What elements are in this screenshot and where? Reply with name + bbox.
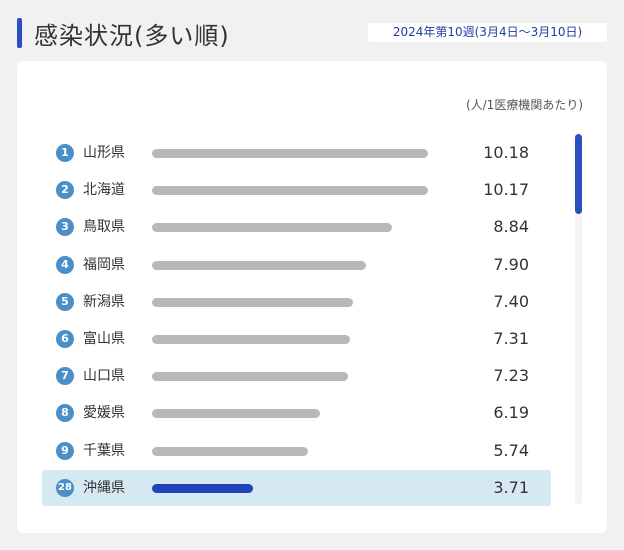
prefecture-name: 北海道 xyxy=(83,182,125,199)
value-label: 7.31 xyxy=(493,329,529,348)
value-bar xyxy=(152,409,320,419)
prefecture-name: 千葉県 xyxy=(83,442,125,459)
rank-badge: 4 xyxy=(56,255,74,274)
value-bar xyxy=(152,335,350,344)
rank-badge: 8 xyxy=(56,404,74,423)
ranking-row: 1 山形県 10.18 xyxy=(42,135,551,171)
prefecture-name: 富山県 xyxy=(83,331,125,347)
ranking-card: (人/1医療機関あたり) 1 山形県 10.18 2 北海道 10.17 3 鳥取県 8.84 4… xyxy=(17,61,607,533)
prefecture-name: 山口県 xyxy=(83,368,125,385)
bar-track xyxy=(152,223,432,233)
bar-track xyxy=(152,483,432,493)
page-title: 感染状況(多い順) xyxy=(34,22,230,50)
value-bar xyxy=(152,446,308,456)
value-label: 7.90 xyxy=(493,254,529,274)
prefecture-name: 新潟県 xyxy=(83,293,125,310)
value-label: 3.71 xyxy=(493,477,529,497)
bar-track xyxy=(152,335,432,344)
scrollbar-thumb[interactable] xyxy=(575,134,582,214)
rank-badge: 3 xyxy=(56,218,74,237)
rank-badge: 6 xyxy=(56,330,74,348)
ranking-list[interactable]: 1 山形県 10.18 2 北海道 10.17 3 鳥取県 8.84 4 福岡県 7.90 5 新潟県 7.… xyxy=(17,61,577,533)
prefecture-name: 愛媛県 xyxy=(83,405,125,422)
value-bar xyxy=(152,223,392,233)
bar-track xyxy=(152,149,432,158)
ranking-row: 4 福岡県 7.90 xyxy=(42,247,551,283)
bar-track xyxy=(152,297,432,307)
bar-track xyxy=(152,409,432,419)
prefecture-name: 鳥取県 xyxy=(83,219,125,236)
rank-badge: 2 xyxy=(56,181,74,200)
ranking-row: 9 千葉県 5.74 xyxy=(42,433,551,469)
ranking-row: 28 沖縄県 3.71 xyxy=(42,469,551,506)
rank-badge: 9 xyxy=(56,441,74,460)
rank-badge: 1 xyxy=(56,144,74,162)
ranking-row: 7 山口県 7.23 xyxy=(42,358,551,394)
rank-badge: 28 xyxy=(56,478,74,497)
ranking-row: 5 新潟県 7.40 xyxy=(42,284,551,320)
prefecture-name: 沖縄県 xyxy=(83,479,125,496)
value-label: 8.84 xyxy=(493,217,529,237)
value-label: 10.18 xyxy=(483,143,529,162)
ranking-row: 6 富山県 7.31 xyxy=(42,321,551,357)
value-bar xyxy=(152,260,366,270)
prefecture-name: 山形県 xyxy=(83,145,125,161)
value-label: 7.40 xyxy=(493,291,529,311)
bar-track xyxy=(152,260,432,270)
bar-track xyxy=(152,372,432,382)
bar-track xyxy=(152,186,432,196)
value-label: 5.74 xyxy=(493,440,529,460)
rank-badge: 7 xyxy=(56,367,74,386)
value-bar xyxy=(152,297,353,307)
value-bar xyxy=(152,149,428,158)
scrollbar[interactable] xyxy=(575,134,582,504)
ranking-row: 8 愛媛県 6.19 xyxy=(42,395,551,431)
value-bar xyxy=(152,483,253,493)
value-bar xyxy=(152,372,348,382)
week-badge: 2024年第10週(3月4日〜3月10日) xyxy=(368,23,607,42)
bar-track xyxy=(152,446,432,456)
ranking-row: 2 北海道 10.17 xyxy=(42,172,551,208)
title-accent-bar xyxy=(17,18,22,48)
ranking-row: 3 鳥取県 8.84 xyxy=(42,209,551,245)
value-label: 7.23 xyxy=(493,366,529,386)
header: 感染状況(多い順) 2024年第10週(3月4日〜3月10日) xyxy=(0,0,624,62)
rank-badge: 5 xyxy=(56,292,74,311)
value-label: 6.19 xyxy=(493,403,529,423)
value-bar xyxy=(152,186,428,196)
prefecture-name: 福岡県 xyxy=(83,256,125,273)
value-label: 10.17 xyxy=(483,180,529,200)
